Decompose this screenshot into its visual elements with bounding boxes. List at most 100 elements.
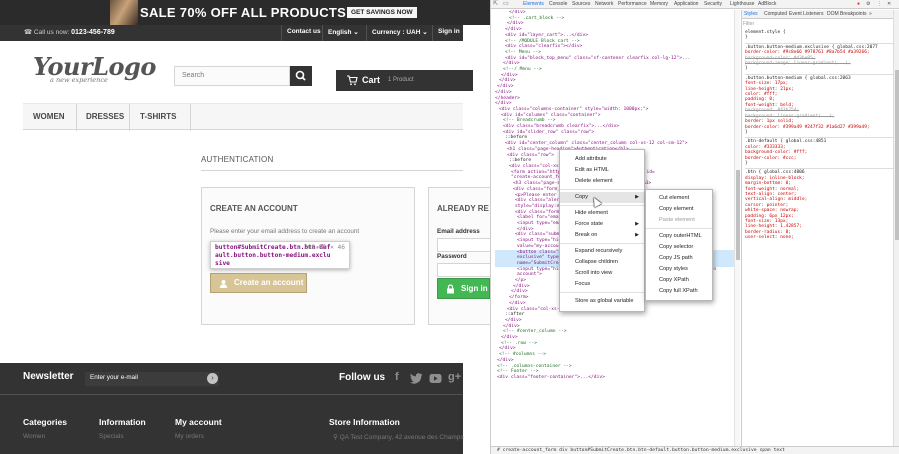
menu-add-attribute[interactable]: Add attribute [560, 154, 644, 165]
tab-styles[interactable]: Styles [744, 11, 758, 17]
dom-scrollbar[interactable] [734, 10, 740, 446]
tab-application[interactable]: Application [674, 1, 698, 7]
store-address-text: QA Test Company, 42 avenue des Champs [339, 434, 464, 441]
google-plus-icon[interactable]: g+ [448, 371, 461, 383]
twitter-icon[interactable] [410, 373, 423, 384]
logo-tagline: a new experience [50, 76, 108, 84]
sign-in-label: Sign in [461, 284, 488, 293]
heading-divider [201, 170, 463, 171]
user-icon [219, 280, 228, 288]
css-rule-line[interactable]: .btn-default { global.css:4851 [745, 137, 893, 144]
tab-more[interactable]: » [869, 11, 872, 17]
tab-dom-breakpoints[interactable]: DOM Breakpoints [827, 11, 866, 17]
tab-event-listeners[interactable]: Event Listeners [789, 11, 823, 17]
menu-edit-as-html[interactable]: Edit as HTML [560, 165, 644, 176]
sign-in-link[interactable]: Sign in [438, 28, 460, 35]
breadcrumb[interactable]: # create-account_form div button#SubmitC… [491, 446, 899, 454]
gear-icon[interactable]: ⚙ [866, 1, 870, 7]
footer-my-account-link[interactable]: My orders [175, 433, 204, 440]
tab-console[interactable]: Console [549, 1, 567, 7]
close-icon[interactable]: ✕ [887, 1, 891, 7]
tab-performance[interactable]: Performance [618, 1, 647, 7]
menu-cut-element[interactable]: Cut element [646, 193, 712, 204]
menu-item-tshirts[interactable]: T-SHIRTS [140, 112, 176, 121]
menu-copy[interactable]: Copy ▶ [560, 192, 644, 203]
css-rule-line[interactable]: } [745, 130, 893, 135]
menu-copy-label: Copy [575, 194, 589, 200]
banner-cta-button[interactable]: GET SAVINGS NOW [347, 7, 417, 18]
menu-copy-element[interactable]: Copy element [646, 204, 712, 215]
tab-sources[interactable]: Sources [572, 1, 590, 7]
password-field[interactable] [437, 263, 490, 277]
footer-categories-link[interactable]: Women [23, 433, 45, 440]
newsletter-input[interactable]: Enter your e-mail [85, 372, 219, 386]
menu-hide-element[interactable]: Hide element [560, 208, 644, 219]
menu-item-dresses[interactable]: DRESSES [86, 112, 124, 121]
device-toolbar-icon[interactable]: ▭ [503, 0, 509, 7]
search-button[interactable] [290, 66, 312, 86]
styles-filter-input[interactable]: Filter [743, 21, 754, 27]
menu-force-state[interactable]: Force state ▶ [560, 219, 644, 230]
tab-memory[interactable]: Memory [650, 1, 668, 7]
styles-pane[interactable]: element.style {} .button.button-medium.ex… [741, 10, 893, 446]
tab-computed[interactable]: Computed [764, 11, 787, 17]
promo-banner[interactable]: SALE 70% OFF ALL PRODUCTS GET SAVINGS NO… [0, 0, 490, 25]
menu-copy-full-xpath[interactable]: Copy full XPath [646, 286, 712, 297]
create-account-title: CREATE AN ACCOUNT [210, 204, 298, 213]
menu-item-women[interactable]: WOMEN [33, 112, 65, 121]
call-label: Call us now: [33, 29, 70, 36]
create-account-button[interactable]: Create an account [210, 273, 307, 293]
tab-adblock[interactable]: AdBlock [758, 1, 776, 7]
css-rule-line[interactable]: } [745, 161, 893, 166]
menu-store-as-global[interactable]: Store as global variable [560, 296, 644, 307]
inspect-icon[interactable]: ⇱ [493, 0, 498, 7]
contact-us-link[interactable]: Contact us [287, 28, 321, 35]
newsletter-bar: Newsletter Enter your e-mail › Follow us… [0, 363, 463, 394]
menu-separator [646, 228, 712, 229]
tab-elements[interactable]: Elements [523, 1, 544, 7]
css-rule-line[interactable]: } [745, 35, 893, 40]
language-selector[interactable]: English ⌄ [328, 28, 359, 36]
footer-information-title: Information [99, 417, 146, 427]
currency-selector[interactable]: Currency : UAH ⌄ [372, 28, 428, 36]
cart-block[interactable]: Cart 1 Product [336, 70, 473, 91]
tab-network[interactable]: Network [595, 1, 613, 7]
facebook-icon[interactable]: f [395, 371, 399, 383]
tab-lighthouse[interactable]: Lighthouse [730, 1, 754, 7]
menu-copy-js-path[interactable]: Copy JS path [646, 253, 712, 264]
footer-information-link[interactable]: Specials [99, 433, 124, 440]
email-field[interactable] [437, 238, 490, 252]
more-icon[interactable]: ⋮ [877, 1, 882, 7]
menu-separator [560, 292, 644, 293]
styles-scroll-thumb[interactable] [895, 70, 899, 240]
newsletter-submit-icon[interactable]: › [207, 373, 218, 384]
youtube-icon[interactable] [429, 373, 442, 384]
dom-node-line[interactable]: <div class="footer-container">...</div> [495, 375, 738, 381]
menu-focus[interactable]: Focus [560, 279, 644, 290]
footer-store-address: ⚲ QA Test Company, 42 avenue des Champs [333, 433, 464, 441]
menu-copy-styles[interactable]: Copy styles [646, 264, 712, 275]
menu-expand-recursively[interactable]: Expand recursively [560, 246, 644, 257]
menu-scroll-into-view[interactable]: Scroll into view [560, 268, 644, 279]
styles-scrollbar[interactable] [893, 10, 899, 446]
menu-copy-xpath[interactable]: Copy XPath [646, 275, 712, 286]
css-rule-line[interactable]: } [745, 66, 893, 71]
css-rule-line[interactable]: .btn { global.css:4806 [745, 168, 893, 175]
footer-categories-title: Categories [23, 417, 67, 427]
menu-delete-element[interactable]: Delete element [560, 176, 644, 187]
chevron-down-icon: ⌄ [422, 29, 428, 36]
dom-scroll-thumb[interactable] [736, 170, 740, 260]
nav-divider [432, 25, 433, 41]
search-input[interactable]: Search [174, 66, 290, 86]
menu-copy-outerhtml[interactable]: Copy outerHTML [646, 231, 712, 242]
menu-collapse-children[interactable]: Collapse children [560, 257, 644, 268]
menu-divider [190, 104, 191, 131]
tab-security[interactable]: Security [704, 1, 722, 7]
menu-copy-selector[interactable]: Copy selector [646, 242, 712, 253]
menu-break-on[interactable]: Break on ▶ [560, 230, 644, 241]
email-label: Email address [437, 228, 480, 235]
error-icon[interactable]: ● [857, 1, 860, 7]
css-rule-line[interactable]: user-select: none; [745, 235, 893, 240]
create-account-hint: Please enter your email address to creat… [210, 228, 360, 235]
sign-in-button[interactable]: Sign in [437, 278, 490, 299]
